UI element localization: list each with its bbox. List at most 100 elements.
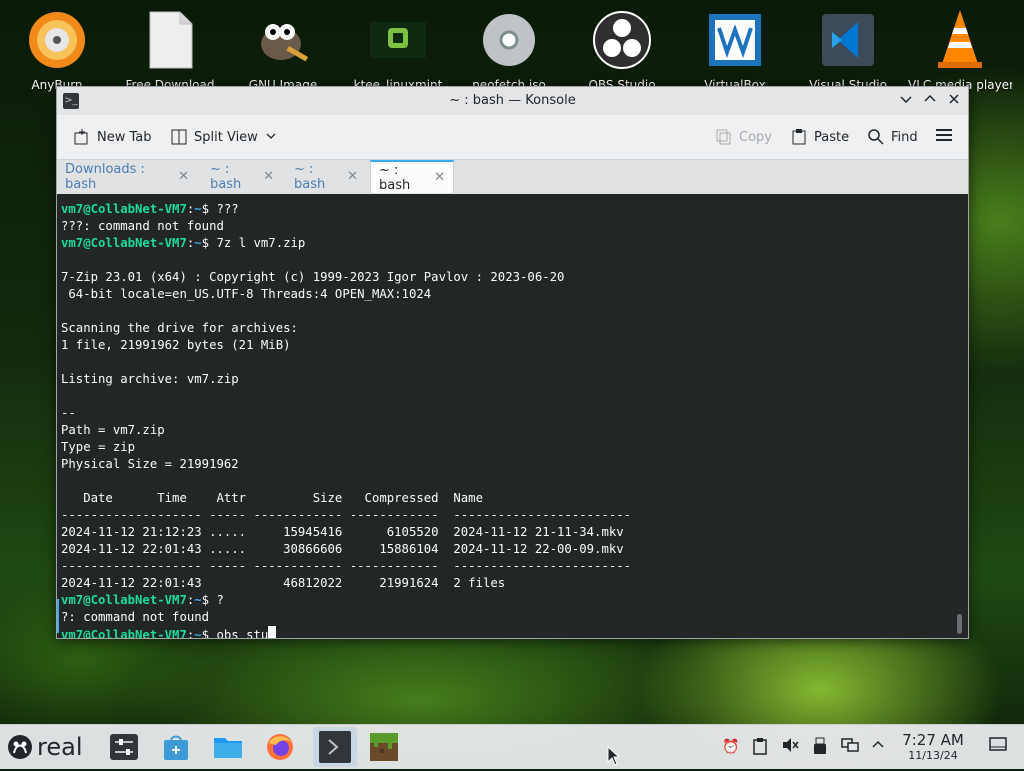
- clock[interactable]: 7:27 AM 11/13/24: [892, 731, 974, 762]
- new-tab-label: New Tab: [97, 129, 152, 145]
- split-view-label: Split View: [194, 129, 258, 145]
- prompt-user: vm7@CollabNet-VM7: [61, 593, 187, 607]
- firefox-icon: [267, 734, 293, 760]
- minecraft-block-icon: [370, 733, 398, 761]
- output-text: 2024-11-12 22:01:43 ..... 30866606 15886…: [61, 542, 624, 556]
- mouse-cursor-icon: [607, 745, 621, 770]
- close-tab-icon[interactable]: ✕: [263, 169, 274, 184]
- terminal-output-line: --: [61, 405, 631, 422]
- desktop-icon-gnu-image[interactable]: GNU Image: [231, 8, 335, 92]
- terminal-icon: [319, 731, 351, 763]
- tab-home-bash-active[interactable]: ~ : bash ✕: [370, 160, 454, 193]
- vlc-cone-icon: [930, 8, 990, 72]
- terminal-output: vm7@CollabNet-VM7:~$ ??????: command not…: [61, 201, 631, 638]
- output-text: ------------------- ----- ------------ -…: [61, 559, 632, 573]
- desktop-icon-vlc[interactable]: VLC media player: [908, 8, 1012, 92]
- terminal-output-line: 2024-11-12 22:01:43 46812022 21991624 2 …: [61, 575, 631, 592]
- konsole-window[interactable]: >_ ~ : bash — Konsole New Tab Split View: [56, 86, 969, 639]
- command-text: obs stu: [216, 628, 269, 638]
- new-tab-button[interactable]: New Tab: [73, 125, 152, 149]
- usb-device-icon[interactable]: [810, 737, 830, 757]
- paste-button[interactable]: Paste: [790, 125, 849, 149]
- virtualbox-icon: [705, 8, 765, 72]
- system-tray-alarm-icon[interactable]: ⏰: [721, 737, 741, 757]
- output-text: ???: command not found: [61, 219, 224, 233]
- desktop-icon-neofetch-iso[interactable]: neofetch.iso: [457, 8, 561, 92]
- prompt-suffix: $: [201, 593, 217, 607]
- show-desktop-icon[interactable]: [988, 737, 1008, 757]
- output-text: ------------------- ----- ------------ -…: [61, 508, 632, 522]
- desktop-icon-free-download[interactable]: Free Download: [118, 8, 222, 92]
- title-bar[interactable]: >_ ~ : bash — Konsole: [57, 87, 968, 115]
- tab-home-bash-2[interactable]: ~ : bash ✕: [286, 160, 366, 193]
- close-tab-icon[interactable]: ✕: [434, 170, 445, 185]
- taskbar-konsole[interactable]: [313, 727, 357, 767]
- terminal-output-line: 2024-11-12 21:12:23 ..... 15945416 61055…: [61, 524, 631, 541]
- new-tab-icon: [73, 128, 91, 146]
- command-text: ???: [216, 202, 239, 216]
- hamburger-menu-button[interactable]: [935, 125, 953, 149]
- terminal-output-line: 7-Zip 23.01 (x64) : Copyright (c) 1999-2…: [61, 269, 631, 286]
- desktop-icon-ktee-linuxmint[interactable]: ktee_linuxmint: [346, 8, 450, 92]
- terminal-view[interactable]: vm7@CollabNet-VM7:~$ ??????: command not…: [57, 194, 968, 638]
- tab-label: ~ : bash: [294, 161, 326, 192]
- prompt-suffix: $: [201, 236, 217, 250]
- output-text: Type = zip: [61, 440, 136, 454]
- clock-date: 11/13/24: [908, 749, 958, 762]
- output-text: Physical Size = 21991962: [61, 457, 239, 471]
- desktop-icon-visual-studio[interactable]: Visual Studio: [796, 8, 900, 92]
- clock-time: 7:27 AM: [902, 731, 964, 749]
- command-marker: [57, 599, 59, 633]
- taskbar-minecraft[interactable]: [368, 731, 400, 763]
- prompt-path: ~: [194, 202, 202, 216]
- minimize-button[interactable]: [896, 91, 916, 111]
- document-file-icon: [140, 8, 200, 72]
- tab-label: ~ : bash: [379, 162, 411, 193]
- output-text: 2024-11-12 22:01:43 46812022 21991624 2 …: [61, 576, 506, 590]
- split-view-icon: [170, 128, 188, 146]
- split-view-button[interactable]: Split View: [170, 125, 276, 149]
- desktop-icon-obs-studio[interactable]: OBS Studio: [570, 8, 674, 92]
- close-tab-icon[interactable]: ✕: [178, 169, 189, 184]
- window-title: ~ : bash — Konsole: [449, 93, 576, 108]
- paste-label: Paste: [814, 129, 850, 145]
- prompt-user: vm7@CollabNet-VM7: [61, 628, 187, 638]
- copy-button[interactable]: Copy: [715, 125, 772, 149]
- tab-downloads-bash[interactable]: Downloads : bash ✕: [57, 160, 197, 193]
- terminal-output-line: 64-bit locale=en_US.UTF-8 Threads:4 OPEN…: [61, 286, 631, 303]
- desktop-icon-anyburn[interactable]: AnyBurn: [5, 8, 109, 92]
- terminal-prompt-line: vm7@CollabNet-VM7:~$ ?: [61, 592, 631, 609]
- taskbar: real ⏰ 7:27 AM 11/13/24: [0, 724, 1024, 769]
- app-launcher-button[interactable]: real: [6, 733, 82, 761]
- taskbar-firefox[interactable]: [264, 731, 296, 763]
- terminal-output-line: Scanning the drive for archives:: [61, 320, 631, 337]
- network-wired-icon[interactable]: [840, 737, 860, 757]
- store-bag-icon: [164, 735, 188, 760]
- find-button[interactable]: Find: [867, 125, 918, 149]
- taskbar-file-manager[interactable]: [212, 731, 244, 763]
- chevron-up-icon[interactable]: [868, 737, 888, 757]
- scrollbar-thumb[interactable]: [957, 614, 962, 634]
- terminal-prompt-line: vm7@CollabNet-VM7:~$ 7z l vm7.zip: [61, 235, 631, 252]
- taskbar-discover[interactable]: [160, 731, 192, 763]
- prompt-suffix: $: [201, 202, 217, 216]
- desktop-icon-virtualbox[interactable]: VirtualBox: [683, 8, 787, 92]
- terminal-prompt-line: vm7@CollabNet-VM7:~$ obs stu: [61, 626, 631, 638]
- clipboard-icon[interactable]: [750, 737, 770, 757]
- gimp-icon: [253, 8, 313, 72]
- output-text: 7-Zip 23.01 (x64) : Copyright (c) 1999-2…: [61, 270, 565, 284]
- prompt-suffix: $: [201, 628, 217, 638]
- output-text: Listing archive: vm7.zip: [61, 372, 239, 386]
- output-text: 2024-11-12 21:12:23 ..... 15945416 61055…: [61, 525, 624, 539]
- close-tab-icon[interactable]: ✕: [347, 169, 358, 184]
- taskbar-system-settings[interactable]: [108, 731, 140, 763]
- output-text: ?: command not found: [61, 610, 210, 624]
- volume-muted-icon[interactable]: [780, 737, 800, 757]
- launcher-logo-icon: [8, 735, 32, 759]
- close-button[interactable]: [944, 91, 964, 111]
- prompt-path: ~: [194, 628, 202, 638]
- obs-icon: [592, 8, 652, 72]
- tab-home-bash-1[interactable]: ~ : bash ✕: [202, 160, 282, 193]
- maximize-button[interactable]: [920, 91, 940, 111]
